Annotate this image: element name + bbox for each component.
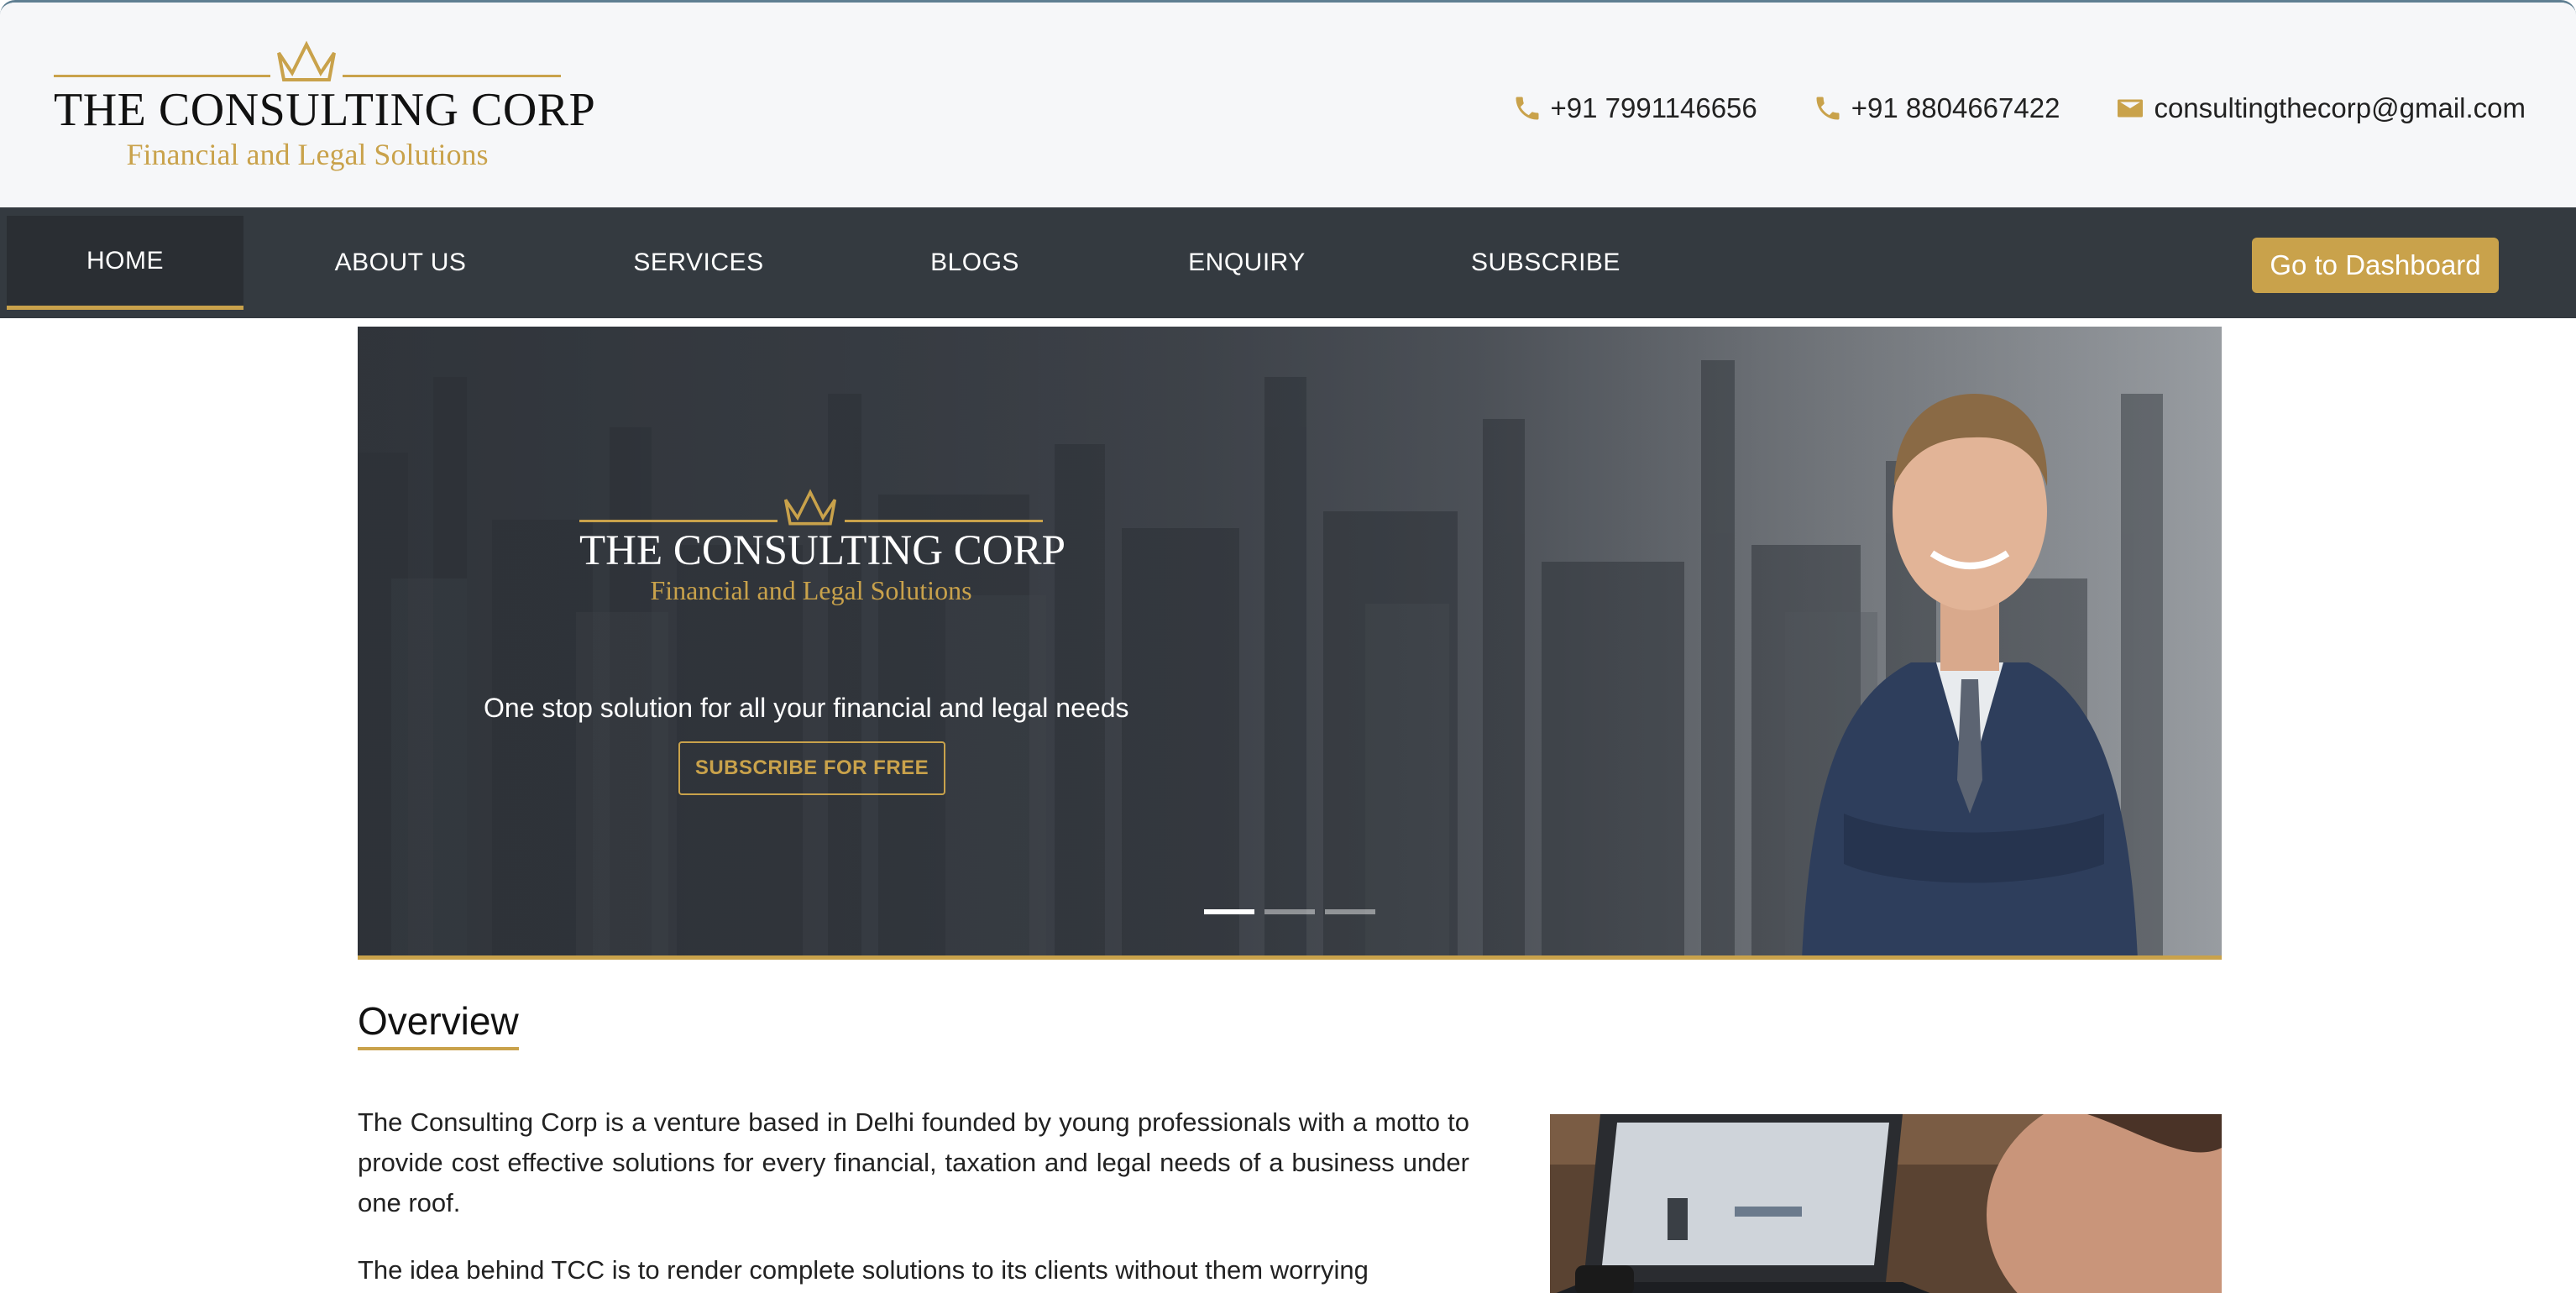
overview-paragraph: The idea behind TCC is to render complet… xyxy=(358,1255,1369,1285)
page: THE CONSULTING CORP Financial and Legal … xyxy=(0,0,2576,1293)
mail-icon xyxy=(2118,99,2144,118)
contact-phone-2[interactable]: +91 8804667422 xyxy=(1813,92,2060,124)
nav-item-about-us[interactable]: ABOUT US xyxy=(302,216,499,310)
carousel-indicators xyxy=(1204,909,1375,914)
businessman-image xyxy=(1802,394,2138,955)
go-to-dashboard-button[interactable]: Go to Dashboard xyxy=(2252,238,2499,293)
nav-item-blogs[interactable]: BLOGS xyxy=(903,216,1046,310)
hero-carousel[interactable]: THE CONSULTING CORP Financial and Legal … xyxy=(358,327,2222,960)
carousel-indicator-2[interactable] xyxy=(1264,909,1315,914)
hero-logo-tagline: Financial and Legal Solutions xyxy=(650,575,972,605)
contact-info: +91 7991146656 +91 8804667422 consulting… xyxy=(1512,85,2526,132)
logo-rule-right xyxy=(343,75,561,77)
nav-item-services[interactable]: SERVICES xyxy=(608,216,789,310)
logo-rule-left xyxy=(54,75,270,77)
site-logo[interactable]: THE CONSULTING CORP Financial and Legal … xyxy=(54,39,596,174)
nav-item-subscribe[interactable]: SUBSCRIBE xyxy=(1446,216,1646,310)
crown-icon xyxy=(277,40,336,81)
contact-text: +91 8804667422 xyxy=(1851,92,2060,123)
contact-phone-1[interactable]: +91 7991146656 xyxy=(1512,92,1757,124)
logo-name: THE CONSULTING CORP xyxy=(54,84,596,136)
hero-tagline: One stop solution for all your financial… xyxy=(484,693,1129,723)
nav-item-home[interactable]: HOME xyxy=(7,216,243,310)
logo-tagline: Financial and Legal Solutions xyxy=(126,138,489,171)
hero-logo: THE CONSULTING CORP Financial and Legal … xyxy=(579,488,1066,614)
phone-icon xyxy=(1516,97,1539,120)
contact-email[interactable]: consultingthecorp@gmail.com xyxy=(2115,92,2526,124)
subscribe-for-free-button[interactable]: SUBSCRIBE FOR FREE xyxy=(678,741,945,795)
hero-logo-name: THE CONSULTING CORP xyxy=(579,527,1066,574)
carousel-indicator-1[interactable] xyxy=(1204,909,1254,914)
overview-text: The Consulting Corp is a venture based i… xyxy=(358,1102,1469,1293)
hero-logo-rule-left xyxy=(579,520,778,522)
main-nav: HOME ABOUT US SERVICES BLOGS ENQUIRY SUB… xyxy=(0,207,2576,318)
top-header: THE CONSULTING CORP Financial and Legal … xyxy=(0,3,2576,207)
laptop-photo xyxy=(1550,1114,2222,1293)
crown-icon xyxy=(783,489,837,526)
laptop-work-image xyxy=(1550,1114,2222,1293)
overview-heading: Overview xyxy=(358,998,519,1050)
contact-text: +91 7991146656 xyxy=(1550,92,1757,123)
carousel-indicator-3[interactable] xyxy=(1325,909,1375,914)
hero-logo-rule-right xyxy=(845,520,1043,522)
overview-paragraph: The Consulting Corp is a venture based i… xyxy=(358,1107,1469,1217)
phone-icon xyxy=(1816,97,1840,120)
contact-text: consultingthecorp@gmail.com xyxy=(2154,92,2526,123)
nav-item-enquiry[interactable]: ENQUIRY xyxy=(1160,216,1333,310)
